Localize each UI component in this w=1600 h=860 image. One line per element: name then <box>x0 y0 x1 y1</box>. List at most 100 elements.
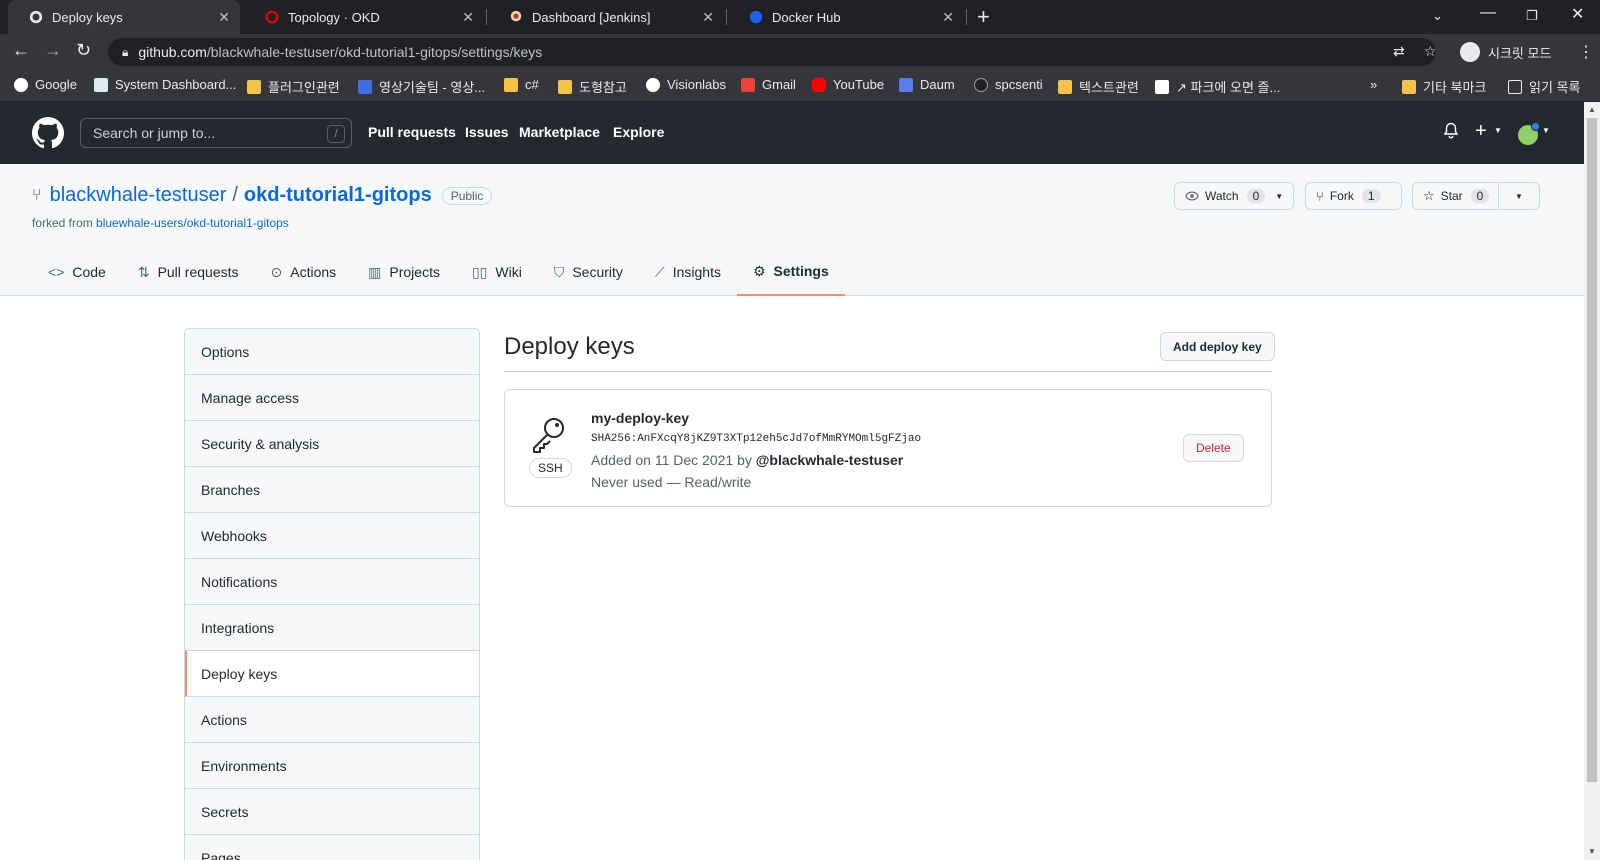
bookmark-reading-list[interactable]: 읽기 목록 <box>1508 77 1580 96</box>
forward-arrow-icon[interactable]: → <box>44 40 62 61</box>
sidebar-item-integrations[interactable]: Integrations <box>185 605 479 651</box>
bookmark-other[interactable]: 기타 북마크 <box>1402 77 1486 96</box>
bookmark-park[interactable]: ↗ 파크에 오면 즐... <box>1155 77 1280 96</box>
close-icon[interactable]: ✕ <box>942 9 954 26</box>
sidebar-item-branches[interactable]: Branches <box>185 467 479 513</box>
create-new-plus-icon[interactable]: + <box>1475 120 1487 143</box>
scroll-down-arrow-icon[interactable]: ▼ <box>1588 847 1596 856</box>
translate-icon[interactable]: ⇄ <box>1393 43 1405 60</box>
sidebar-item-webhooks[interactable]: Webhooks <box>185 513 479 559</box>
status-dot <box>1531 122 1540 131</box>
tab-code[interactable]: <> Code <box>32 248 122 296</box>
tab-settings[interactable]: ⚙ Settings <box>736 248 845 296</box>
nav-pull-requests[interactable]: Pull requests <box>368 124 456 140</box>
github-search-input[interactable]: Search or jump to... / <box>80 118 352 148</box>
browser-tab-deploy-keys[interactable]: Deploy keys ✕ <box>8 0 240 34</box>
github-logo-icon[interactable] <box>32 117 64 149</box>
bookmark-gmail[interactable]: Gmail <box>741 77 796 92</box>
notifications-bell-icon[interactable] <box>1443 122 1459 145</box>
tab-security[interactable]: ⛉ Security <box>538 248 639 296</box>
window-close-icon[interactable]: ✕ <box>1571 4 1584 24</box>
pull-request-icon: ⇅ <box>137 263 150 280</box>
tab-projects[interactable]: ▥ Projects <box>352 248 456 296</box>
add-deploy-key-button[interactable]: Add deploy key <box>1160 332 1275 361</box>
sidebar-item-secrets[interactable]: Secrets <box>185 789 479 835</box>
docker-icon <box>748 9 764 25</box>
nav-marketplace[interactable]: Marketplace <box>519 124 600 140</box>
nav-explore[interactable]: Explore <box>613 124 664 140</box>
youtube-icon <box>812 77 826 92</box>
bookmark-visionlabs[interactable]: Visionlabs <box>646 77 726 92</box>
browser-tab-jenkins[interactable]: Dashboard [Jenkins] ✕ <box>488 0 724 34</box>
jenkins-icon <box>508 9 524 25</box>
address-bar[interactable]: 🔒︎ github.com/blackwhale-testuser/okd-tu… <box>108 38 1436 66</box>
tab-divider <box>966 9 967 25</box>
watch-button[interactable]: Watch 0 ▼ <box>1174 182 1294 210</box>
back-arrow-icon[interactable]: ← <box>12 40 30 61</box>
nav-issues[interactable]: Issues <box>465 124 509 140</box>
star-list-dropdown[interactable]: ▼ <box>1498 182 1540 210</box>
scrollbar-thumb[interactable] <box>1587 118 1597 782</box>
close-icon[interactable]: ✕ <box>462 9 474 26</box>
sidebar-item-pages[interactable]: Pages <box>185 835 479 860</box>
new-tab-plus-icon[interactable]: + <box>977 4 990 30</box>
repo-name-link[interactable]: okd-tutorial1-gitops <box>244 184 432 207</box>
incognito-label: 시크릿 모드 <box>1488 45 1552 61</box>
sidebar-item-options[interactable]: Options <box>185 329 479 375</box>
graph-icon: ⟋ <box>654 263 665 280</box>
repository-title: ⑂ blackwhale-testuser / okd-tutorial1-gi… <box>32 184 493 207</box>
star-button[interactable]: ☆ Star 0 <box>1412 182 1499 210</box>
delete-key-button[interactable]: Delete <box>1183 434 1244 462</box>
bookmarks-overflow[interactable]: » <box>1370 77 1377 92</box>
browser-tab-okd[interactable]: Topology · OKD ✕ <box>244 0 484 34</box>
browser-tab-title: Docker Hub <box>772 9 841 25</box>
restore-icon[interactable]: ❐ <box>1526 8 1538 24</box>
key-added-info: Added on 11 Dec 2021 by @blackwhale-test… <box>591 452 903 468</box>
sidebar-item-deploy-keys[interactable]: Deploy keys <box>185 651 479 697</box>
close-icon[interactable]: ✕ <box>218 9 230 26</box>
reload-icon[interactable]: ↻ <box>76 40 91 61</box>
repository-header: ⑂ blackwhale-testuser / okd-tutorial1-gi… <box>0 164 1584 296</box>
key-usage-info: Never used — Read/write <box>591 474 752 490</box>
bookmark-shapes[interactable]: 도형참고 <box>558 77 627 96</box>
incognito-profile[interactable]: 시크릿 모드 <box>1460 39 1551 65</box>
repo-owner-link[interactable]: blackwhale-testuser <box>50 184 227 207</box>
browser-tab-docker[interactable]: Docker Hub ✕ <box>728 0 964 34</box>
key-added-by-user[interactable]: @blackwhale-testuser <box>756 452 904 468</box>
tab-actions[interactable]: ⊙ Actions <box>255 248 353 296</box>
bookmark-star-icon[interactable]: ☆ <box>1424 43 1437 60</box>
fork-button[interactable]: ⑂ Fork 1 <box>1305 182 1402 210</box>
page-scrollbar[interactable]: ▲ ▼ <box>1584 102 1600 860</box>
bookmark-google[interactable]: Google <box>14 77 77 92</box>
bookmark-text[interactable]: 텍스트관련 <box>1058 77 1139 96</box>
scroll-up-arrow-icon[interactable]: ▲ <box>1588 105 1596 114</box>
close-icon[interactable]: ✕ <box>702 9 714 26</box>
tab-divider <box>486 9 487 25</box>
bookmark-daum[interactable]: Daum <box>899 77 955 92</box>
sidebar-item-notifications[interactable]: Notifications <box>185 559 479 605</box>
bookmark-youtube[interactable]: YouTube <box>812 77 884 92</box>
bookmark-video-team[interactable]: 영상기술팀 - 영상... <box>358 77 485 96</box>
sidebar-item-environments[interactable]: Environments <box>185 743 479 789</box>
forked-from-link[interactable]: bluewhale-users/okd-tutorial1-gitops <box>96 216 289 230</box>
page-title: Deploy keys <box>504 333 635 360</box>
bookmark-system-dashboard[interactable]: System Dashboard... <box>94 77 236 92</box>
bookmark-plugins[interactable]: 플러그인관련 <box>247 77 340 96</box>
book-icon: ▯▯ <box>471 263 488 280</box>
browser-menu-icon[interactable]: ⋮ <box>1578 42 1594 62</box>
tab-search-chevron-icon[interactable]: ⌄ <box>1432 8 1443 24</box>
tab-pull-requests[interactable]: ⇅ Pull requests <box>122 248 255 296</box>
sidebar-item-manage-access[interactable]: Manage access <box>185 375 479 421</box>
gmail-icon <box>741 77 755 92</box>
tab-insights[interactable]: ⟋ Insights <box>639 248 737 296</box>
bookmark-spcsenti[interactable]: spcsenti <box>974 77 1043 92</box>
address-url: github.com/blackwhale-testuser/okd-tutor… <box>138 44 543 60</box>
tab-wiki[interactable]: ▯▯ Wiki <box>456 248 538 296</box>
sidebar-item-actions[interactable]: Actions <box>185 697 479 743</box>
bookmark-csharp[interactable]: c# <box>504 77 539 92</box>
sidebar-item-security-analysis[interactable]: Security & analysis <box>185 421 479 467</box>
minimize-icon[interactable]: — <box>1480 4 1496 22</box>
caret-down-icon: ▼ <box>1494 126 1502 135</box>
settings-sidebar: Options Manage access Security & analysi… <box>184 328 480 860</box>
path-separator: / <box>232 184 238 206</box>
